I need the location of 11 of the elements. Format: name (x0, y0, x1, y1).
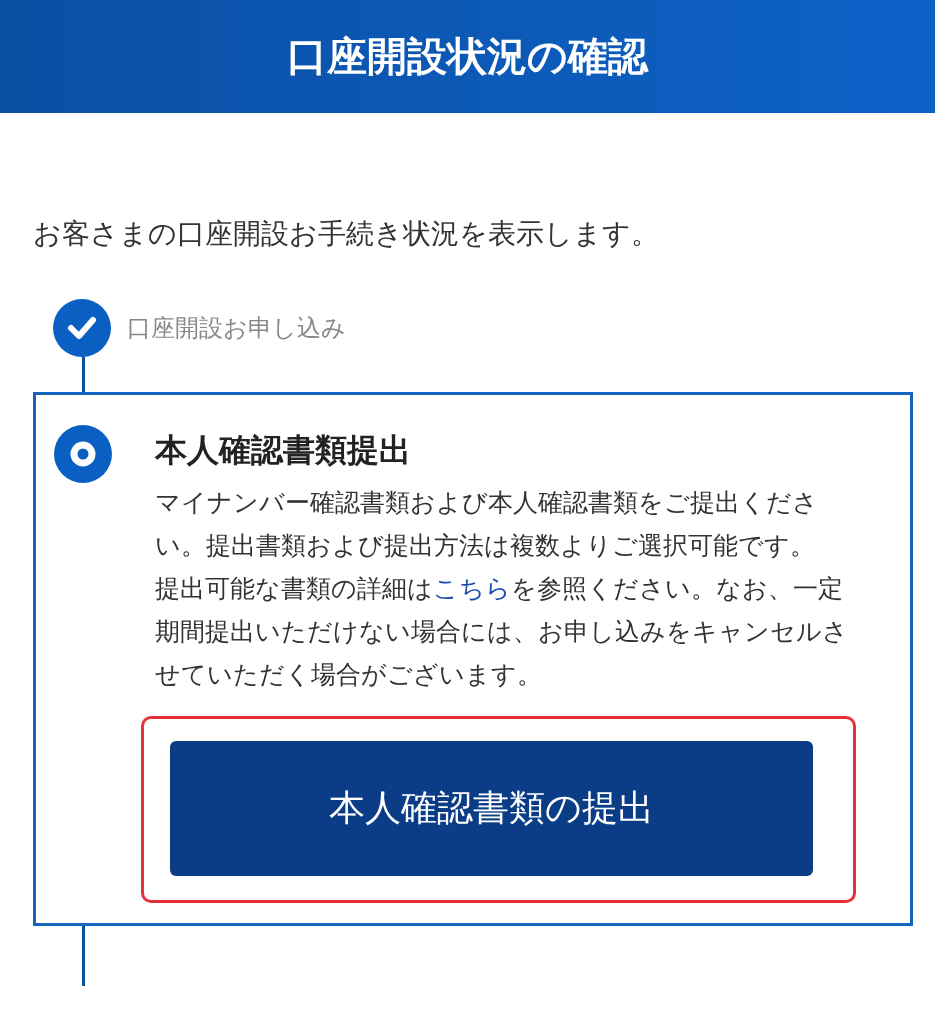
step-note: 提出可能な書類の詳細は こちら を参照ください。なお、一定期間提出いただけない場合には、お申し込みをキャンセルさせていただく場合がございます。 (155, 573, 849, 691)
ring-icon (70, 441, 96, 467)
page-title: 口座開設状況の確認 (287, 32, 648, 81)
details-link[interactable]: こちら (433, 574, 511, 603)
timeline-line (82, 357, 85, 392)
step-description: マイナンバー確認書類および本人確認書類をご提出ください。提出書類および提出方法は複数よりご選択可能です。 (155, 487, 819, 562)
step-label: 口座開設お申し込み (127, 313, 346, 344)
step-title: 本人確認書類提出 (155, 430, 412, 471)
intro-text: お客さまの口座開設お手続き状況を表示します。 (33, 216, 660, 252)
timeline-line (82, 926, 85, 986)
submit-button[interactable]: 本人確認書類の提出 (170, 741, 813, 876)
